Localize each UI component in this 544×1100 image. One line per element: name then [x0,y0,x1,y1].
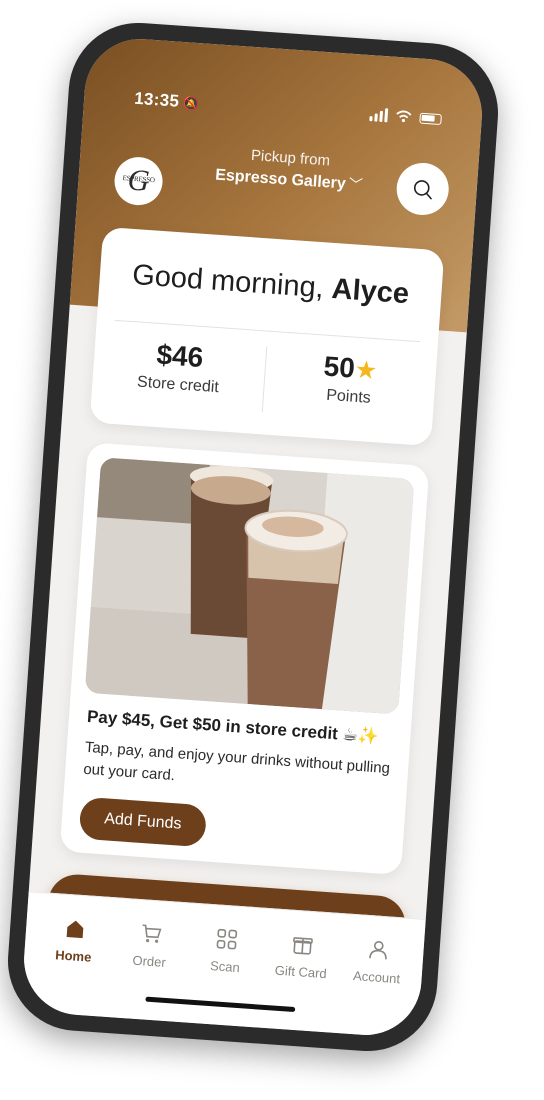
greeting-text: Good morning, Alyce [131,258,411,311]
nav-item-account[interactable]: Account [341,932,414,987]
nav-label-home: Home [54,947,92,965]
chevron-down-icon: ﹀ [348,175,364,193]
qr-scan-icon [191,922,263,957]
nav-label-account: Account [352,968,401,987]
star-icon: ★ [353,355,379,386]
gift-icon [267,927,339,962]
add-funds-button[interactable]: Add Funds [78,796,208,848]
person-icon [343,932,415,967]
wifi-icon [396,110,412,123]
promo-description: Tap, pay, and enjoy your drinks without … [82,738,391,785]
points-value: 50 [322,350,356,384]
search-icon [413,180,432,200]
nav-item-scan[interactable]: Scan [190,922,263,977]
bell-muted-icon: 🔕 [182,95,201,112]
signal-icon [369,107,389,123]
promo-card[interactable]: Pay $45, Get $50 in store credit ☕✨ Tap,… [59,442,430,876]
cart-icon [115,916,187,951]
status-icons [369,107,442,126]
nav-label-scan: Scan [209,958,241,976]
home-indicator [145,996,296,1013]
home-icon [39,911,111,946]
store-credit-stat[interactable]: $46 Store credit [92,335,266,401]
points-stat[interactable]: 50★ Points [263,346,437,412]
status-time: 13:35 🔕 [133,88,201,112]
nav-item-gift-card[interactable]: Gift Card [265,927,338,982]
promo-image-iced-drinks [84,457,415,715]
greeting-card: Good morning, Alyce $46 Store credit 50★… [89,226,445,447]
app-screen: 13:35 🔕 G ESPRESSO Pickup from Espresso … [20,35,486,1039]
nav-item-home[interactable]: Home [38,911,111,966]
user-name: Alyce [330,272,411,311]
nav-label-gift-card: Gift Card [274,962,328,982]
nav-item-order[interactable]: Order [114,916,187,971]
battery-icon [419,112,442,125]
nav-label-order: Order [132,952,167,970]
phone-device: 13:35 🔕 G ESPRESSO Pickup from Espresso … [3,18,503,1056]
